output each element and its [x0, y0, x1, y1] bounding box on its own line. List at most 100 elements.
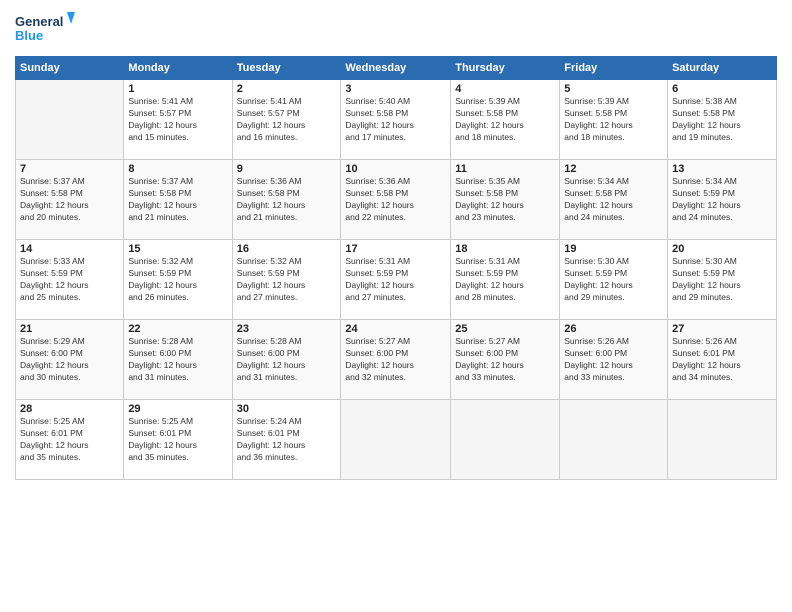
day-cell: 9Sunrise: 5:36 AM Sunset: 5:58 PM Daylig… [232, 160, 341, 240]
day-number: 30 [237, 403, 337, 415]
day-info: Sunrise: 5:39 AM Sunset: 5:58 PM Dayligh… [455, 96, 555, 144]
day-number: 6 [672, 83, 772, 95]
day-number: 4 [455, 83, 555, 95]
week-row-5: 28Sunrise: 5:25 AM Sunset: 6:01 PM Dayli… [16, 400, 777, 480]
svg-text:Blue: Blue [15, 28, 43, 43]
day-number: 5 [564, 83, 663, 95]
day-cell: 21Sunrise: 5:29 AM Sunset: 6:00 PM Dayli… [16, 320, 124, 400]
day-info: Sunrise: 5:37 AM Sunset: 5:58 PM Dayligh… [128, 176, 227, 224]
day-info: Sunrise: 5:27 AM Sunset: 6:00 PM Dayligh… [345, 336, 446, 384]
day-cell: 3Sunrise: 5:40 AM Sunset: 5:58 PM Daylig… [341, 80, 451, 160]
day-cell: 26Sunrise: 5:26 AM Sunset: 6:00 PM Dayli… [560, 320, 668, 400]
day-number: 8 [128, 163, 227, 175]
week-row-4: 21Sunrise: 5:29 AM Sunset: 6:00 PM Dayli… [16, 320, 777, 400]
day-number: 17 [345, 243, 446, 255]
day-info: Sunrise: 5:33 AM Sunset: 5:59 PM Dayligh… [20, 256, 119, 304]
day-info: Sunrise: 5:36 AM Sunset: 5:58 PM Dayligh… [237, 176, 337, 224]
day-info: Sunrise: 5:26 AM Sunset: 6:00 PM Dayligh… [564, 336, 663, 384]
day-info: Sunrise: 5:41 AM Sunset: 5:57 PM Dayligh… [128, 96, 227, 144]
day-number: 14 [20, 243, 119, 255]
day-cell: 2Sunrise: 5:41 AM Sunset: 5:57 PM Daylig… [232, 80, 341, 160]
week-row-1: 1Sunrise: 5:41 AM Sunset: 5:57 PM Daylig… [16, 80, 777, 160]
logo: General Blue [15, 10, 75, 48]
day-cell: 17Sunrise: 5:31 AM Sunset: 5:59 PM Dayli… [341, 240, 451, 320]
day-info: Sunrise: 5:36 AM Sunset: 5:58 PM Dayligh… [345, 176, 446, 224]
day-info: Sunrise: 5:26 AM Sunset: 6:01 PM Dayligh… [672, 336, 772, 384]
day-info: Sunrise: 5:31 AM Sunset: 5:59 PM Dayligh… [345, 256, 446, 304]
day-number: 21 [20, 323, 119, 335]
day-cell: 16Sunrise: 5:32 AM Sunset: 5:59 PM Dayli… [232, 240, 341, 320]
day-info: Sunrise: 5:24 AM Sunset: 6:01 PM Dayligh… [237, 416, 337, 464]
day-cell: 19Sunrise: 5:30 AM Sunset: 5:59 PM Dayli… [560, 240, 668, 320]
day-number: 29 [128, 403, 227, 415]
day-cell: 18Sunrise: 5:31 AM Sunset: 5:59 PM Dayli… [451, 240, 560, 320]
day-number: 16 [237, 243, 337, 255]
day-number: 22 [128, 323, 227, 335]
day-cell [560, 400, 668, 480]
day-number: 7 [20, 163, 119, 175]
day-info: Sunrise: 5:31 AM Sunset: 5:59 PM Dayligh… [455, 256, 555, 304]
day-number: 28 [20, 403, 119, 415]
day-info: Sunrise: 5:25 AM Sunset: 6:01 PM Dayligh… [20, 416, 119, 464]
day-cell: 28Sunrise: 5:25 AM Sunset: 6:01 PM Dayli… [16, 400, 124, 480]
day-number: 13 [672, 163, 772, 175]
day-info: Sunrise: 5:32 AM Sunset: 5:59 PM Dayligh… [237, 256, 337, 304]
day-info: Sunrise: 5:34 AM Sunset: 5:59 PM Dayligh… [672, 176, 772, 224]
day-info: Sunrise: 5:27 AM Sunset: 6:00 PM Dayligh… [455, 336, 555, 384]
day-info: Sunrise: 5:38 AM Sunset: 5:58 PM Dayligh… [672, 96, 772, 144]
day-cell: 30Sunrise: 5:24 AM Sunset: 6:01 PM Dayli… [232, 400, 341, 480]
day-info: Sunrise: 5:34 AM Sunset: 5:58 PM Dayligh… [564, 176, 663, 224]
day-info: Sunrise: 5:28 AM Sunset: 6:00 PM Dayligh… [237, 336, 337, 384]
day-cell [668, 400, 777, 480]
day-info: Sunrise: 5:25 AM Sunset: 6:01 PM Dayligh… [128, 416, 227, 464]
day-number: 20 [672, 243, 772, 255]
day-number: 15 [128, 243, 227, 255]
day-info: Sunrise: 5:30 AM Sunset: 5:59 PM Dayligh… [564, 256, 663, 304]
day-number: 18 [455, 243, 555, 255]
day-info: Sunrise: 5:30 AM Sunset: 5:59 PM Dayligh… [672, 256, 772, 304]
day-info: Sunrise: 5:29 AM Sunset: 6:00 PM Dayligh… [20, 336, 119, 384]
day-cell: 6Sunrise: 5:38 AM Sunset: 5:58 PM Daylig… [668, 80, 777, 160]
header: General Blue [15, 10, 777, 48]
day-number: 26 [564, 323, 663, 335]
day-cell: 13Sunrise: 5:34 AM Sunset: 5:59 PM Dayli… [668, 160, 777, 240]
day-cell: 12Sunrise: 5:34 AM Sunset: 5:58 PM Dayli… [560, 160, 668, 240]
day-cell: 24Sunrise: 5:27 AM Sunset: 6:00 PM Dayli… [341, 320, 451, 400]
day-cell: 29Sunrise: 5:25 AM Sunset: 6:01 PM Dayli… [124, 400, 232, 480]
svg-text:General: General [15, 14, 63, 29]
day-cell: 1Sunrise: 5:41 AM Sunset: 5:57 PM Daylig… [124, 80, 232, 160]
day-number: 19 [564, 243, 663, 255]
day-cell [341, 400, 451, 480]
day-header-tuesday: Tuesday [232, 57, 341, 80]
day-cell [451, 400, 560, 480]
day-cell: 23Sunrise: 5:28 AM Sunset: 6:00 PM Dayli… [232, 320, 341, 400]
day-number: 3 [345, 83, 446, 95]
day-info: Sunrise: 5:32 AM Sunset: 5:59 PM Dayligh… [128, 256, 227, 304]
day-number: 23 [237, 323, 337, 335]
day-header-friday: Friday [560, 57, 668, 80]
day-info: Sunrise: 5:41 AM Sunset: 5:57 PM Dayligh… [237, 96, 337, 144]
day-number: 2 [237, 83, 337, 95]
day-header-saturday: Saturday [668, 57, 777, 80]
day-number: 24 [345, 323, 446, 335]
day-number: 25 [455, 323, 555, 335]
week-row-2: 7Sunrise: 5:37 AM Sunset: 5:58 PM Daylig… [16, 160, 777, 240]
day-cell [16, 80, 124, 160]
day-header-wednesday: Wednesday [341, 57, 451, 80]
day-number: 10 [345, 163, 446, 175]
week-row-3: 14Sunrise: 5:33 AM Sunset: 5:59 PM Dayli… [16, 240, 777, 320]
day-header-sunday: Sunday [16, 57, 124, 80]
calendar-table: SundayMondayTuesdayWednesdayThursdayFrid… [15, 56, 777, 480]
day-number: 27 [672, 323, 772, 335]
day-info: Sunrise: 5:37 AM Sunset: 5:58 PM Dayligh… [20, 176, 119, 224]
day-cell: 14Sunrise: 5:33 AM Sunset: 5:59 PM Dayli… [16, 240, 124, 320]
calendar-page: General Blue SundayMondayTuesdayWednesda… [0, 0, 792, 612]
day-cell: 25Sunrise: 5:27 AM Sunset: 6:00 PM Dayli… [451, 320, 560, 400]
day-number: 12 [564, 163, 663, 175]
header-row: SundayMondayTuesdayWednesdayThursdayFrid… [16, 57, 777, 80]
day-cell: 20Sunrise: 5:30 AM Sunset: 5:59 PM Dayli… [668, 240, 777, 320]
day-number: 11 [455, 163, 555, 175]
day-info: Sunrise: 5:35 AM Sunset: 5:58 PM Dayligh… [455, 176, 555, 224]
logo-svg: General Blue [15, 10, 75, 48]
day-cell: 7Sunrise: 5:37 AM Sunset: 5:58 PM Daylig… [16, 160, 124, 240]
